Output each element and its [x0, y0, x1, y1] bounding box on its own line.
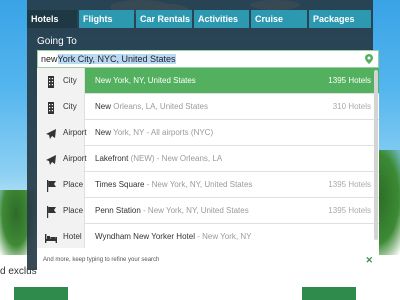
tab-packages[interactable]: Packages — [309, 10, 371, 28]
result-main-text: Times Square — [95, 180, 145, 189]
result-name: Lakefront (NEW) - New Orleans, LA — [95, 154, 222, 163]
result-type-label: Hotel — [63, 232, 82, 241]
result-location-text: Orleans, LA, United States — [111, 102, 208, 111]
going-to-label: Going To — [37, 36, 77, 47]
result-row[interactable]: City New Orleans, LA, United States 310 Ho… — [37, 94, 379, 120]
autocomplete-selection: York City, NYC, United States — [57, 54, 176, 64]
building-icon — [45, 75, 57, 88]
result-row[interactable]: Airport New York, NY - All airports (NYC) — [37, 120, 379, 146]
result-match-prefix: New — [95, 128, 112, 137]
tab-car-rentals[interactable]: Car Rentals — [136, 10, 192, 28]
airplane-icon — [45, 153, 57, 165]
result-row[interactable]: City New York, NY, United States 1395 Hote… — [37, 68, 379, 94]
result-location-text: - New York, NY, United States — [140, 206, 249, 215]
result-name: Times Square - New York, NY, United Stat… — [95, 180, 252, 189]
result-type-cell: Place — [37, 198, 85, 224]
result-main-text: Wyndham New Yorker Hotel — [95, 232, 195, 241]
result-location-text: (NEW) - New Orleans, LA — [128, 154, 223, 163]
result-hotel-count: 1395 Hotels — [328, 180, 371, 189]
result-type-cell: Hotel — [37, 224, 85, 250]
result-main-text: York, NY, United States — [111, 76, 196, 85]
tab-activities[interactable]: Activities — [194, 10, 249, 28]
result-row[interactable]: Hotel Wyndham New Yorker Hotel - New York… — [37, 224, 379, 250]
result-name: Penn Station - New York, NY, United Stat… — [95, 206, 249, 215]
result-type-label: City — [63, 76, 77, 85]
result-location-text: York, NY - All airports (NYC) — [111, 128, 214, 137]
promo-tile-right — [302, 287, 356, 300]
autocomplete-footer: And more, keep typing to refine your sea… — [37, 248, 379, 274]
result-row[interactable]: Place Penn Station - New York, NY, United… — [37, 198, 379, 224]
tab-hotels[interactable]: Hotels — [27, 10, 77, 28]
promo-tile-left — [14, 287, 68, 300]
map-pin-icon[interactable] — [365, 54, 373, 64]
result-type-cell: Airport — [37, 146, 87, 172]
result-match-prefix: New — [95, 76, 112, 85]
scrollbar[interactable] — [374, 70, 378, 240]
result-name: New York, NY, United States — [95, 76, 196, 85]
result-name: Wyndham New Yorker Hotel - New York, NY — [95, 232, 251, 241]
airplane-icon — [45, 127, 57, 139]
autocomplete-list: HotelHudson New York, Central Park - New… — [37, 68, 379, 274]
result-hotel-count: 310 Hotels — [332, 102, 371, 111]
result-name: New Orleans, LA, United States — [95, 102, 208, 111]
flag-icon — [45, 179, 57, 192]
typed-text: new — [41, 54, 58, 64]
result-main-text: Penn Station — [95, 206, 141, 215]
result-type-label: Airport — [63, 154, 87, 163]
close-icon[interactable]: ✕ — [365, 255, 373, 266]
result-location-text: - New York, NY — [194, 232, 252, 241]
result-type-cell: Airport — [37, 120, 87, 146]
result-type-label: City — [63, 102, 77, 111]
result-hotel-count: 1395 Hotels — [328, 76, 371, 85]
result-hotel-count: 1395 Hotels — [328, 206, 371, 215]
result-match-prefix: New — [95, 102, 112, 111]
result-main-text: Lakefront — [95, 154, 129, 163]
footer-hint: And more, keep typing to refine your sea… — [43, 257, 160, 263]
destination-search-input[interactable]: newYork City, NYC, United States — [37, 50, 379, 68]
result-row[interactable]: Airport Lakefront (NEW) - New Orleans, LA — [37, 146, 379, 172]
result-type-label: Airport — [63, 128, 87, 137]
result-type-label: Place — [63, 206, 84, 215]
result-type-cell: City — [37, 68, 85, 94]
tab-bar: Hotels Flights Car Rentals Activities Cr… — [27, 10, 373, 28]
result-location-text: - New York, NY, United States — [144, 180, 253, 189]
result-name: New York, NY - All airports (NYC) — [95, 128, 213, 137]
result-type-cell: Place — [37, 172, 85, 198]
building-icon — [45, 101, 57, 114]
search-panel: Hotels Flights Car Rentals Activities Cr… — [27, 0, 379, 274]
bed-icon — [45, 231, 57, 243]
tab-cruise[interactable]: Cruise — [251, 10, 307, 28]
tab-flights[interactable]: Flights — [79, 10, 134, 28]
result-type-label: Place — [63, 180, 84, 189]
flag-icon — [45, 205, 57, 218]
result-row[interactable]: Place Times Square - New York, NY, United… — [37, 172, 379, 198]
result-type-cell: City — [37, 94, 85, 120]
